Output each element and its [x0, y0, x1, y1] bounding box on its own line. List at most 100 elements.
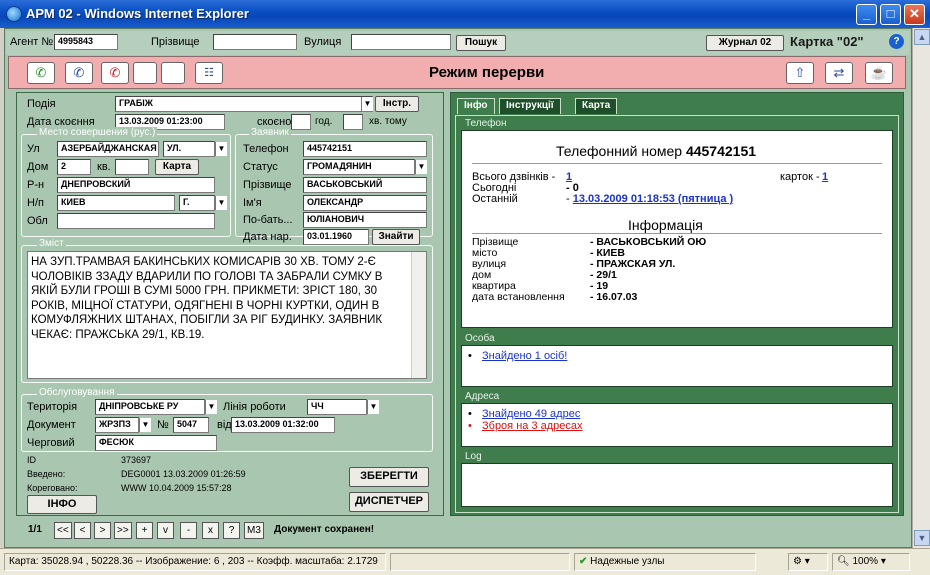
- last-call-link[interactable]: 13.03.2009 01:18:53 (пятница ): [573, 193, 733, 205]
- agent-label: Агент №: [10, 36, 54, 48]
- phone-number: 445742151: [685, 143, 757, 159]
- edited-value: WWW 10.04.2009 15:57:28: [121, 483, 232, 493]
- city-field[interactable]: КИЕВ: [57, 195, 175, 211]
- person-box-legend: Особа: [465, 333, 495, 344]
- number-field[interactable]: 5047: [173, 417, 209, 433]
- birth-field[interactable]: 03.01.1960: [303, 229, 369, 245]
- instruction-button[interactable]: Інстр.: [375, 96, 419, 112]
- from-field[interactable]: 13.03.2009 01:32:00: [231, 417, 335, 433]
- transfer-icon[interactable]: ⇄: [825, 62, 853, 84]
- confirm-record-button[interactable]: v: [157, 522, 174, 539]
- last-record-button[interactable]: >>: [114, 522, 132, 539]
- help-icon[interactable]: ?: [889, 34, 904, 49]
- cards-label: карток -: [780, 171, 820, 183]
- info-button[interactable]: ІНФО: [27, 495, 97, 514]
- document-select[interactable]: ЖРЗПЗ: [95, 417, 139, 433]
- territory-label: Територія: [27, 401, 78, 413]
- map-button[interactable]: Карта: [155, 159, 199, 175]
- region-field[interactable]: [57, 213, 215, 229]
- weapons-link[interactable]: Зброя на 3 адресах: [482, 420, 583, 432]
- line-select[interactable]: ЧЧ: [307, 399, 367, 415]
- security-icon[interactable]: ⚙ ▾: [788, 553, 828, 571]
- phone-answer-icon[interactable]: ✆: [27, 62, 55, 84]
- event-select[interactable]: ГРАБІЖ: [115, 96, 373, 112]
- info-row: вулиця - ПРАЖСКАЯ УЛ.: [472, 258, 676, 270]
- maximize-button[interactable]: □: [880, 4, 901, 25]
- house-field[interactable]: 2: [57, 159, 91, 175]
- applicant-surname-field[interactable]: ВАСЬКОВСЬКИЙ: [303, 177, 427, 193]
- textarea-scrollbar[interactable]: [411, 252, 426, 378]
- phone-hold-icon[interactable]: ✆: [65, 62, 93, 84]
- district-field[interactable]: ДНЕПРОВСКИЙ: [57, 177, 215, 193]
- scroll-down-icon[interactable]: ▼: [914, 530, 930, 546]
- phone-hangup-icon[interactable]: ✆: [101, 62, 129, 84]
- applicant-legend: Заявник: [249, 127, 291, 138]
- cancel-record-button[interactable]: x: [202, 522, 219, 539]
- tab-instructions[interactable]: Інструкції: [499, 98, 561, 114]
- chevron-down-icon[interactable]: ▼: [415, 160, 427, 174]
- log-box-legend: Log: [465, 451, 482, 462]
- phone-field[interactable]: 445742151: [303, 141, 427, 157]
- chevron-down-icon[interactable]: ▼: [367, 400, 379, 414]
- minutes-label: хв. тому: [369, 116, 407, 127]
- street-search-field[interactable]: [351, 34, 451, 50]
- city-type-select[interactable]: Г.: [179, 195, 215, 211]
- page-scrollbar[interactable]: ▲ ▼: [912, 28, 930, 548]
- blank-status-segment: [390, 553, 570, 571]
- street-label: Вулиця: [304, 36, 342, 48]
- chevron-down-icon[interactable]: ▼: [139, 418, 151, 432]
- chevron-down-icon[interactable]: ▼: [205, 400, 217, 414]
- toolbar-blank-button-1[interactable]: [133, 62, 157, 84]
- search-button[interactable]: Пошук: [456, 35, 506, 51]
- content-textarea[interactable]: НА ЗУП.ТРАМВАЯ БАКИНСЬКИХ КОМИСАРІВ 30 Х…: [27, 251, 427, 379]
- minimize-button[interactable]: _: [856, 4, 877, 25]
- card-title: Картка "02": [790, 34, 864, 49]
- tab-info[interactable]: Інфо: [457, 98, 495, 114]
- zone-segment: ✔ Надежные узлы: [574, 553, 756, 571]
- coffee-break-icon[interactable]: ☕: [865, 62, 893, 84]
- m3-button[interactable]: M3: [244, 522, 264, 539]
- chevron-down-icon[interactable]: ▼: [361, 97, 373, 111]
- name-field[interactable]: ОЛЕКСАНДР: [303, 195, 427, 211]
- dispatcher-button[interactable]: ДИСПЕТЧЕР: [349, 492, 429, 512]
- place-street-field[interactable]: АЗЕРБАЙДЖАНСКАЯ: [57, 141, 159, 157]
- chevron-down-icon[interactable]: ▼: [215, 142, 227, 156]
- first-record-button[interactable]: <<: [54, 522, 72, 539]
- street-type-select[interactable]: УЛ.: [163, 141, 215, 157]
- find-button[interactable]: Знайти: [372, 229, 420, 245]
- zoom-control[interactable]: 🔍︎ 100% ▾: [832, 553, 910, 571]
- duty-field[interactable]: ФЕСЮК: [95, 435, 217, 451]
- status-select[interactable]: ГРОМАДЯНИН: [303, 159, 415, 175]
- help-record-button[interactable]: ?: [223, 522, 240, 539]
- toolbar-blank-button-2[interactable]: [161, 62, 185, 84]
- journal-button[interactable]: Журнал 02: [706, 35, 784, 51]
- close-button[interactable]: ✕: [904, 4, 925, 25]
- territory-select[interactable]: ДНІПРОВСЬКЕ РУ: [95, 399, 205, 415]
- addresses-found-link[interactable]: Знайдено 49 адрес: [482, 408, 580, 420]
- patronymic-field[interactable]: ЮЛІАНОВИЧ: [303, 212, 427, 228]
- id-label: ID: [27, 455, 36, 465]
- surname-search-field[interactable]: [213, 34, 297, 50]
- tab-map[interactable]: Карта: [575, 98, 618, 114]
- persons-found-link[interactable]: Знайдено 1 осіб!: [482, 350, 567, 362]
- last-label: Останній: [472, 193, 518, 205]
- hours-field[interactable]: [291, 114, 311, 130]
- id-value: 373697: [121, 455, 152, 465]
- scroll-up-icon[interactable]: ▲: [914, 29, 930, 45]
- birth-label: Дата нар.: [243, 231, 292, 243]
- next-record-button[interactable]: >: [94, 522, 111, 539]
- keypad-icon[interactable]: ☷: [195, 62, 223, 84]
- chevron-down-icon[interactable]: ▼: [215, 196, 227, 210]
- add-record-button[interactable]: +: [136, 522, 153, 539]
- prev-record-button[interactable]: <: [74, 522, 91, 539]
- upload-icon[interactable]: ⇧: [786, 62, 814, 84]
- agent-field[interactable]: 4995843: [54, 34, 118, 50]
- save-button[interactable]: ЗБЕРЕГТИ: [349, 467, 429, 487]
- delete-record-button[interactable]: -: [180, 522, 197, 539]
- place-legend: Место совершения (рус.): [37, 127, 158, 138]
- apt-field[interactable]: [115, 159, 149, 175]
- number-label: №: [157, 419, 169, 431]
- bullet-icon: •: [468, 420, 472, 432]
- minutes-field[interactable]: [343, 114, 363, 130]
- cards-link[interactable]: 1: [822, 171, 828, 183]
